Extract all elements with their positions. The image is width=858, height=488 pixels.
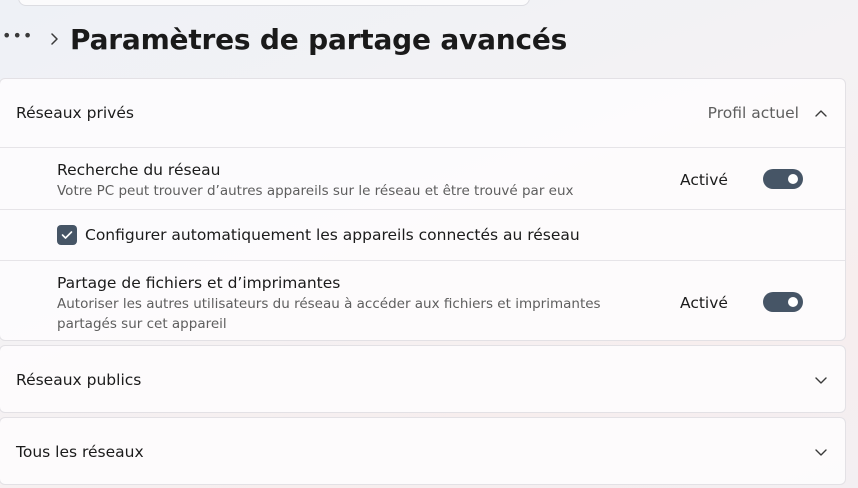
network-discovery-state: Activé	[680, 171, 728, 189]
all-networks-title: Tous les réseaux	[16, 443, 144, 461]
more-horizontal-icon[interactable]: •••	[0, 28, 32, 44]
public-networks-header[interactable]: Réseaux publics	[0, 346, 845, 414]
toggle-knob	[788, 174, 798, 184]
chevron-right-icon	[44, 29, 64, 49]
file-sharing-text: Partage de fichiers et d’imprimantes Aut…	[57, 273, 657, 334]
all-networks-section[interactable]: Tous les réseaux	[0, 417, 846, 485]
breadcrumb: ••• Paramètres de partage avancés	[0, 18, 567, 60]
chevron-down-icon[interactable]	[811, 442, 831, 462]
file-sharing-row: Partage de fichiers et d’imprimantes Aut…	[0, 260, 845, 340]
private-networks-title: Réseaux privés	[16, 104, 134, 122]
network-discovery-text: Recherche du réseau Votre PC peut trouve…	[57, 160, 657, 201]
network-discovery-description: Votre PC peut trouver d’autres appareils…	[57, 183, 574, 199]
chevron-down-icon[interactable]	[811, 370, 831, 390]
page-title: Paramètres de partage avancés	[70, 22, 568, 56]
network-discovery-toggle[interactable]	[763, 169, 803, 189]
current-profile-label: Profil actuel	[707, 104, 799, 122]
search-box[interactable]	[18, 0, 530, 6]
public-networks-title: Réseaux publics	[16, 371, 142, 389]
file-sharing-title: Partage de fichiers et d’imprimantes	[57, 274, 341, 292]
auto-setup-label[interactable]: Configurer automatiquement les appareils…	[85, 225, 580, 245]
auto-setup-checkbox[interactable]	[57, 225, 77, 245]
file-sharing-description: Autoriser les autres utilisateurs du rés…	[57, 296, 601, 332]
auto-setup-row: Configurer automatiquement les appareils…	[0, 209, 845, 260]
private-networks-section: Réseaux privés Profil actuel Recherche d…	[0, 78, 846, 341]
file-sharing-state: Activé	[680, 294, 728, 312]
chevron-up-icon[interactable]	[811, 103, 831, 123]
private-networks-header[interactable]: Réseaux privés Profil actuel	[0, 79, 845, 147]
toggle-knob	[788, 297, 798, 307]
network-discovery-title: Recherche du réseau	[57, 161, 221, 179]
all-networks-header[interactable]: Tous les réseaux	[0, 418, 845, 486]
public-networks-section[interactable]: Réseaux publics	[0, 345, 846, 413]
network-discovery-row: Recherche du réseau Votre PC peut trouve…	[0, 147, 845, 209]
file-sharing-toggle[interactable]	[763, 292, 803, 312]
